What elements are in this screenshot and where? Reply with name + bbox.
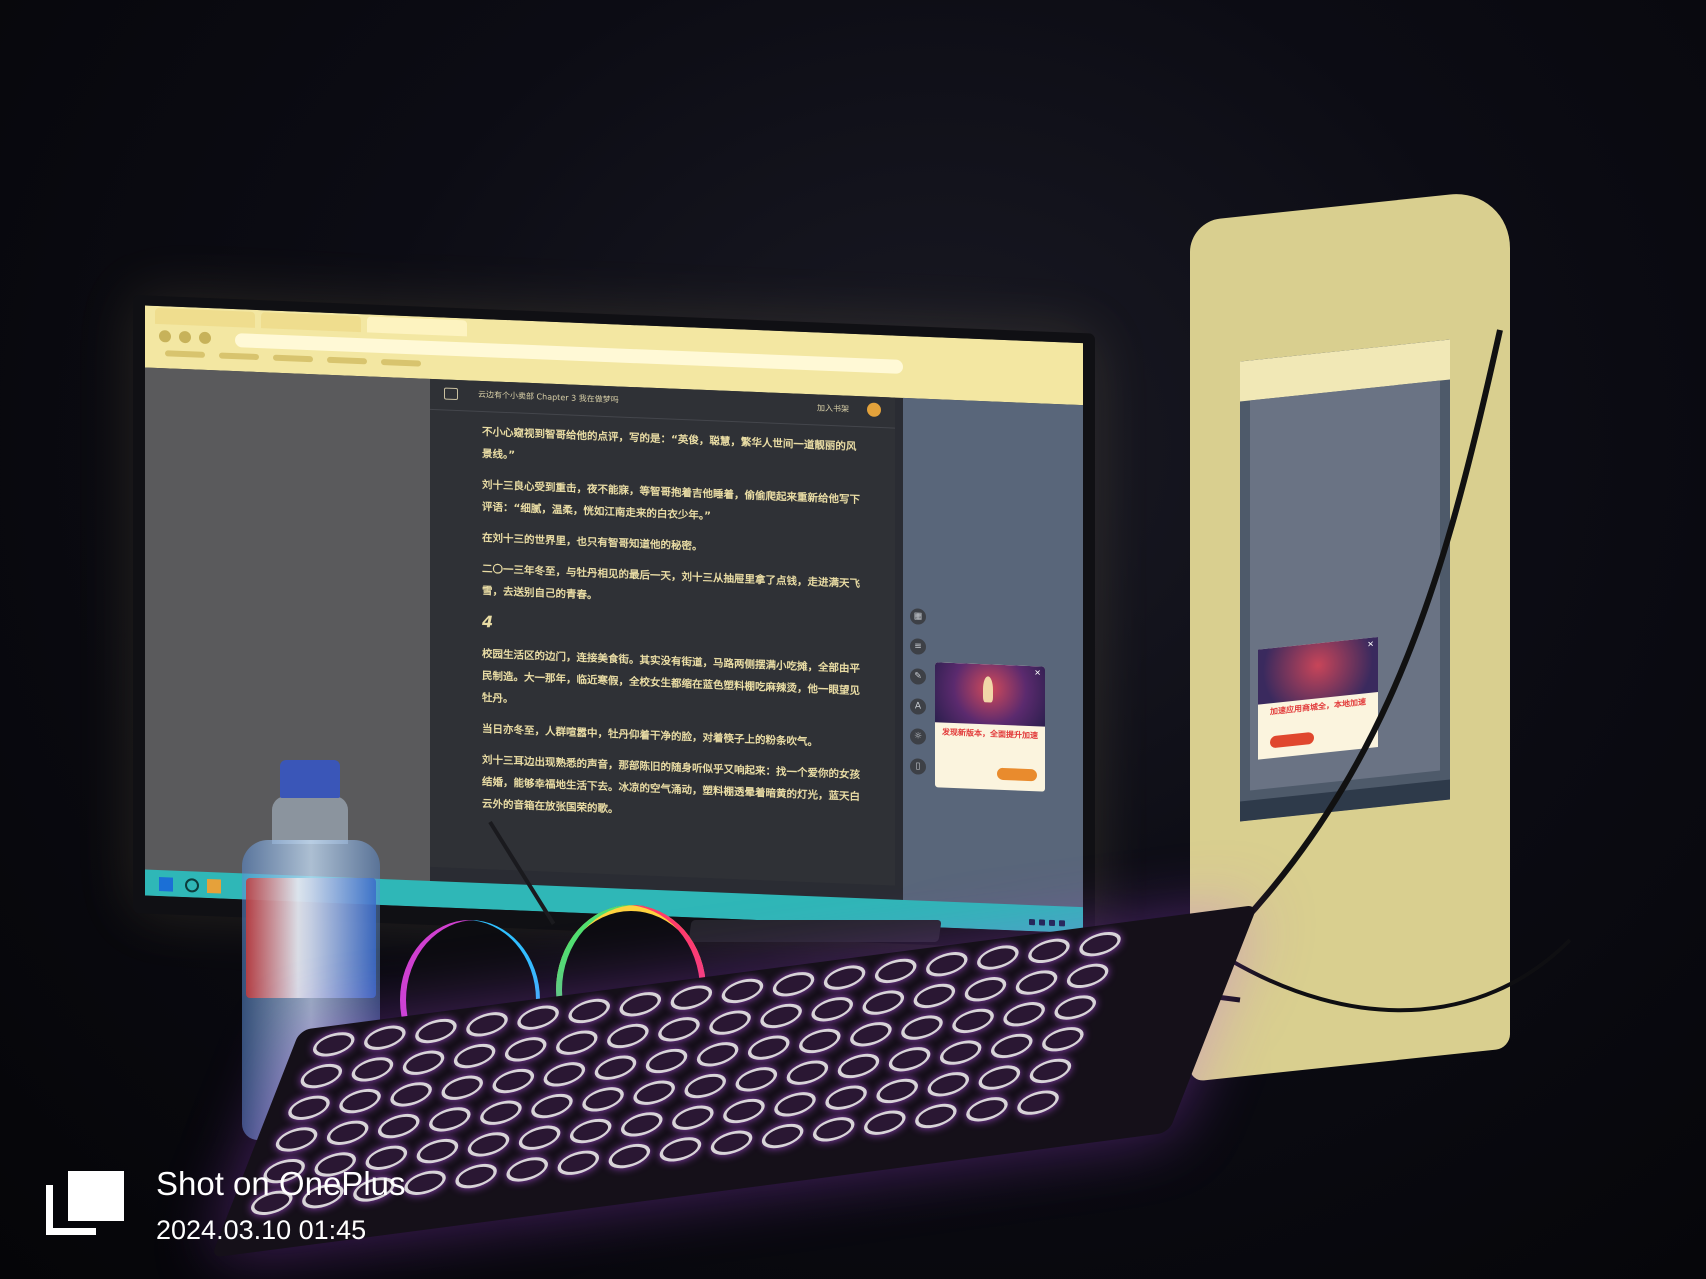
browser-tab[interactable] (261, 312, 361, 333)
reader-toolbar: ▦ ≡ ✎ A ☼ ▯ (910, 608, 932, 775)
add-to-shelf-button[interactable]: 加入书架 (817, 402, 849, 414)
bookmark-item[interactable] (219, 352, 259, 361)
paragraph: 不小心窥视到智哥给他的点评，写的是：“英俊，聪慧，繁华人世间一道靓丽的风景线。” (482, 426, 857, 462)
secondary-popup-ad[interactable]: ✕ 加速应用商城全，本地加速 (1258, 637, 1378, 760)
ad-headline: 发现新版本，全面提升加速 (942, 727, 1038, 741)
keyboard-key (757, 1121, 808, 1151)
tray-icon[interactable] (1029, 918, 1035, 926)
brightness-icon[interactable]: ☼ (910, 728, 926, 745)
reader-panel: 云边有个小卖部 Chapter 3 我在做梦吗 加入书架 不小心窥视到智哥给他的… (430, 378, 895, 886)
photo-scene: 云边有个小卖部 Chapter 3 我在做梦吗 加入书架 不小心窥视到智哥给他的… (0, 0, 1706, 1279)
paragraph: 刘十三良心受到重击，夜不能寐，等智哥抱着吉他睡着，偷偷爬起来重新给他写下评语：“… (482, 479, 860, 523)
chapter-body: 不小心窥视到智哥给他的点评，写的是：“英俊，聪慧，繁华人世间一道靓丽的风景线。”… (482, 421, 865, 839)
windows-start-icon[interactable] (159, 877, 173, 892)
system-tray (1029, 918, 1075, 927)
forward-icon[interactable] (179, 330, 191, 344)
paragraph: 当日亦冬至，人群喧嚣中，牡丹仰着干净的脸，对着筷子上的粉条吹气。 (482, 723, 818, 749)
secondary-screen: ✕ 加速应用商城全，本地加速 (1240, 339, 1450, 822)
keyboard-key (604, 1141, 655, 1171)
monitor-stand (688, 920, 942, 942)
bookmark-item[interactable] (381, 358, 421, 367)
tray-icon[interactable] (1059, 920, 1065, 927)
avatar-icon[interactable] (867, 402, 881, 418)
keyboard-key (911, 1101, 961, 1131)
close-icon[interactable]: ✕ (1034, 668, 1041, 677)
pen-icon[interactable]: ✎ (910, 668, 926, 685)
phone-icon[interactable]: ▯ (910, 758, 926, 775)
reload-icon[interactable] (199, 331, 211, 345)
rocket-icon (983, 676, 993, 703)
keyboard-key (706, 1128, 757, 1158)
list-icon[interactable]: ≡ (910, 638, 926, 655)
ad-illustration: ✕ (1258, 637, 1378, 705)
browser-tab[interactable] (155, 307, 255, 328)
watermark-datetime: 2024.03.10 01:45 (156, 1215, 367, 1245)
bookmark-item[interactable] (165, 350, 205, 358)
paragraph: 校园生活区的边门，连接美食街。其实没有街道，马路两侧摆满小吃摊，全部由平民制造。… (482, 648, 860, 706)
ad-action-button[interactable] (997, 767, 1037, 782)
grid-icon[interactable]: ▦ (910, 608, 926, 625)
paragraph: 二〇一三年冬至，与牡丹相见的最后一天，刘十三从抽屉里拿了点钱，走进满天飞雪，去送… (482, 563, 860, 602)
tray-icon[interactable] (1049, 919, 1055, 927)
keyboard-key (553, 1148, 604, 1178)
keyboard-key (1013, 1088, 1063, 1118)
bottle-label (246, 878, 376, 998)
bottle-neck (272, 796, 348, 844)
font-icon[interactable]: A (910, 698, 926, 715)
close-icon[interactable]: ✕ (1367, 639, 1374, 649)
paragraph: 刘十三耳边出现熟悉的声音，那部陈旧的随身听似乎又响起来：找一个爱你的女孩结婚，能… (482, 754, 860, 816)
keyboard-key (859, 1108, 910, 1138)
camera-watermark: Shot on OnePlus 2024.03.10 01:45 (46, 1165, 526, 1255)
keyboard-key (655, 1134, 706, 1164)
section-number: 4 (482, 612, 494, 632)
ad-illustration: ✕ (935, 662, 1045, 727)
oneplus-logo-icon (46, 1171, 124, 1235)
back-icon[interactable] (159, 330, 171, 343)
paragraph: 在刘十三的世界里，也只有智哥知道他的秘密。 (482, 532, 703, 553)
bottle-cap (280, 760, 340, 798)
ad-action-button[interactable] (1270, 731, 1314, 749)
tray-icon[interactable] (1039, 919, 1045, 926)
watermark-title: Shot on OnePlus (156, 1165, 406, 1202)
keyboard-key (962, 1094, 1012, 1124)
menu-icon[interactable] (444, 387, 458, 401)
app-icon[interactable] (207, 878, 221, 894)
popup-ad[interactable]: ✕ 发现新版本，全面提升加速 (935, 662, 1045, 792)
search-icon[interactable] (185, 878, 199, 893)
bookmark-item[interactable] (273, 354, 313, 363)
chapter-title: 云边有个小卖部 Chapter 3 我在做梦吗 (478, 389, 619, 405)
keyboard-key (808, 1114, 859, 1144)
bookmark-item[interactable] (327, 356, 367, 365)
browser-tab-active[interactable] (367, 316, 467, 337)
